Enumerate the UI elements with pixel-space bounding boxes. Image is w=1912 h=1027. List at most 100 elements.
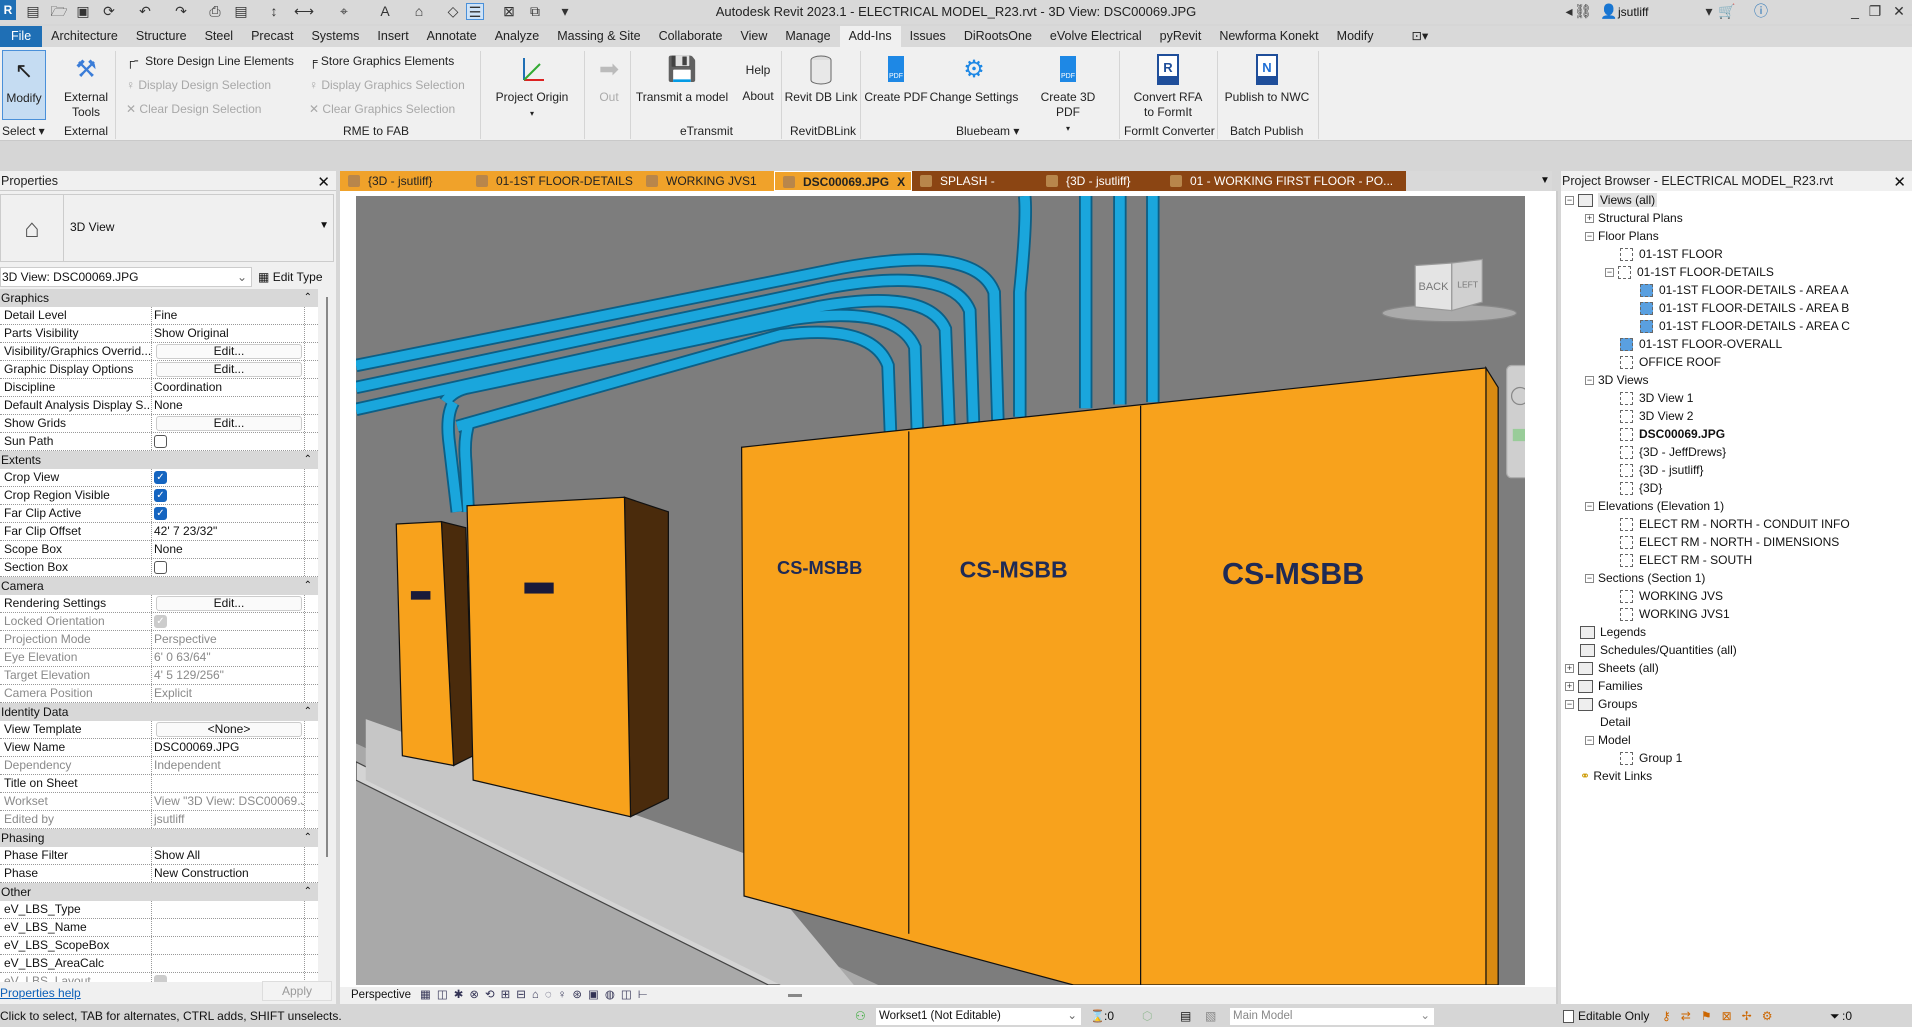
clear-graphics-selection-button[interactable]: ✕ Clear Graphics Selection bbox=[309, 97, 455, 121]
browser-node[interactable]: − Elevations (Elevation 1) bbox=[1561, 497, 1912, 515]
property-edit-button[interactable]: Edit... bbox=[156, 362, 302, 377]
out-button[interactable]: ➡ Out bbox=[592, 50, 626, 105]
property-group-header[interactable]: Camera ⌃ bbox=[0, 577, 318, 595]
browser-node[interactable]: 01-1ST FLOOR-OVERALL bbox=[1561, 335, 1912, 353]
ribbon-tab-steel[interactable]: Steel bbox=[196, 26, 243, 47]
browser-node[interactable]: ⚭ Revit Links bbox=[1561, 767, 1912, 785]
close-properties-button[interactable]: ✕ bbox=[317, 173, 330, 191]
collapse-icon[interactable]: − bbox=[1585, 736, 1594, 745]
browser-node[interactable]: − Floor Plans bbox=[1561, 227, 1912, 245]
ribbon-tab-insert[interactable]: Insert bbox=[368, 26, 417, 47]
collapse-icon[interactable]: ⌃ bbox=[304, 883, 312, 901]
browser-node[interactable]: {3D} bbox=[1561, 479, 1912, 497]
browser-node[interactable]: ELECT RM - NORTH - DIMENSIONS bbox=[1561, 533, 1912, 551]
property-edit-button[interactable]: Edit... bbox=[156, 416, 302, 431]
expand-icon[interactable]: + bbox=[1565, 664, 1574, 673]
property-value[interactable]: None bbox=[152, 541, 305, 558]
browser-node[interactable]: {3D - JeffDrews} bbox=[1561, 443, 1912, 461]
browser-node[interactable]: {3D - jsutliff} bbox=[1561, 461, 1912, 479]
browser-node[interactable]: − Sections (Section 1) bbox=[1561, 569, 1912, 587]
user-name[interactable]: jsutliff bbox=[1618, 5, 1648, 19]
restore-button[interactable]: ❐ bbox=[1866, 3, 1884, 20]
edit-type-button[interactable]: ▦ Edit Type bbox=[258, 267, 323, 287]
cart-icon[interactable]: 🛒 bbox=[1718, 3, 1736, 20]
property-value[interactable] bbox=[152, 919, 305, 936]
ribbon-tab-modify[interactable]: Modify bbox=[1328, 26, 1383, 47]
ribbon-tab-file[interactable]: File bbox=[0, 26, 43, 47]
browser-node[interactable]: Schedules/Quantities (all) bbox=[1561, 641, 1912, 659]
browser-node[interactable]: DSC00069.JPG bbox=[1561, 425, 1912, 443]
horizontal-scrollbar[interactable] bbox=[788, 994, 802, 997]
close-tab-icon[interactable]: X bbox=[897, 175, 905, 189]
browser-node[interactable]: 3D View 1 bbox=[1561, 389, 1912, 407]
display-design-selection-button[interactable]: ♀ Display Design Selection bbox=[126, 73, 271, 97]
ribbon-tab-evolve-electrical[interactable]: eVolve Electrical bbox=[1041, 26, 1151, 47]
display-graphics-selection-button[interactable]: ♀ Display Graphics Selection bbox=[309, 73, 465, 97]
create-3d-pdf-button[interactable]: PDF Create 3D PDF ▾ bbox=[1027, 50, 1109, 136]
ribbon-tab-collaborate[interactable]: Collaborate bbox=[650, 26, 732, 47]
collapse-icon[interactable]: − bbox=[1585, 502, 1594, 511]
browser-node[interactable]: Group 1 bbox=[1561, 749, 1912, 767]
browser-node[interactable]: 01-1ST FLOOR-DETAILS - AREA B bbox=[1561, 299, 1912, 317]
browser-node[interactable]: − 01-1ST FLOOR-DETAILS bbox=[1561, 263, 1912, 281]
property-value[interactable]: ✓ bbox=[152, 505, 305, 522]
ribbon-tab-analyze[interactable]: Analyze bbox=[486, 26, 548, 47]
property-checkbox[interactable]: ✓ bbox=[154, 471, 167, 484]
collapse-icon[interactable]: ⌃ bbox=[304, 703, 312, 721]
browser-node[interactable]: + Sheets (all) bbox=[1561, 659, 1912, 677]
binoculars-icon[interactable]: ⛓ bbox=[1574, 3, 1592, 20]
ribbon-tab-view[interactable]: View bbox=[732, 26, 777, 47]
transmit-model-button[interactable]: 💾 Transmit a model bbox=[634, 50, 730, 105]
ribbon-tab-dirootsone[interactable]: DiRootsOne bbox=[955, 26, 1041, 47]
change-settings-button[interactable]: ⚙ Change Settings bbox=[929, 50, 1019, 105]
add-to-set-icon[interactable]: ▧ bbox=[1205, 1006, 1216, 1027]
3d-viewport[interactable]: CS-MSBB CS-MSBB CS-MSBB BACK LEFT bbox=[356, 196, 1525, 985]
document-tab[interactable]: SPLASH - bbox=[912, 171, 1038, 191]
browser-node[interactable]: ELECT RM - SOUTH bbox=[1561, 551, 1912, 569]
property-value[interactable] bbox=[152, 901, 305, 918]
design-options-menu-icon[interactable]: ▤ bbox=[1180, 1006, 1191, 1027]
browser-node[interactable]: 3D View 2 bbox=[1561, 407, 1912, 425]
design-options-icon[interactable]: ⬡ bbox=[1142, 1006, 1152, 1027]
property-value[interactable]: Edit... bbox=[152, 361, 305, 378]
panel-label-bluebeam[interactable]: Bluebeam ▾ bbox=[956, 124, 1019, 138]
property-value[interactable]: Coordination bbox=[152, 379, 305, 396]
collapse-icon[interactable]: ⌃ bbox=[304, 829, 312, 847]
minimize-button[interactable]: _ bbox=[1846, 3, 1864, 20]
property-value[interactable]: ✓ bbox=[152, 469, 305, 486]
property-value[interactable] bbox=[152, 433, 305, 450]
browser-node[interactable]: 01-1ST FLOOR-DETAILS - AREA C bbox=[1561, 317, 1912, 335]
property-group-header[interactable]: Phasing ⌃ bbox=[0, 829, 318, 847]
property-value[interactable]: Edit... bbox=[152, 343, 305, 360]
property-value[interactable] bbox=[152, 937, 305, 954]
panel-label-select[interactable]: Select ▾ bbox=[2, 124, 45, 138]
help-icon[interactable]: ⓘ bbox=[1752, 3, 1770, 20]
property-value[interactable]: Edit... bbox=[152, 595, 305, 612]
property-edit-button[interactable]: <None> bbox=[156, 722, 302, 737]
property-value[interactable] bbox=[152, 559, 305, 576]
expand-icon[interactable]: + bbox=[1585, 214, 1594, 223]
document-tab[interactable]: {3D - jsutliff} bbox=[340, 171, 468, 191]
properties-scrollbar[interactable] bbox=[322, 289, 332, 982]
store-design-line-elements-button[interactable]: ┌╴ Store Design Line Elements bbox=[126, 49, 294, 73]
browser-node[interactable]: − Views (all) bbox=[1561, 191, 1912, 209]
property-value[interactable]: Show Original bbox=[152, 325, 305, 342]
external-tools-button[interactable]: ⚒ External Tools bbox=[60, 50, 112, 120]
active-workset-select[interactable]: Workset1 (Not Editable) ⌄ bbox=[876, 1008, 1081, 1025]
project-origin-button[interactable]: Project Origin ▾ bbox=[488, 50, 576, 121]
collapse-icon[interactable]: ⌃ bbox=[304, 451, 312, 469]
property-value[interactable]: Show All bbox=[152, 847, 305, 864]
instance-selector[interactable]: 3D View: DSC00069.JPG ⌄ bbox=[0, 267, 252, 287]
properties-help-link[interactable]: Properties help bbox=[0, 986, 81, 1000]
expand-icon[interactable]: + bbox=[1565, 682, 1574, 691]
user-dropdown-icon[interactable]: ▾ bbox=[1700, 3, 1718, 20]
property-group-header[interactable]: Graphics ⌃ bbox=[0, 289, 318, 307]
about-button[interactable]: About bbox=[738, 89, 778, 104]
model-scene[interactable]: CS-MSBB CS-MSBB CS-MSBB BACK LEFT bbox=[356, 196, 1525, 985]
type-selector[interactable]: ⌂ 3D View ▼ bbox=[0, 194, 334, 262]
property-group-header[interactable]: Other ⌃ bbox=[0, 883, 318, 901]
property-checkbox[interactable]: ✓ bbox=[154, 489, 167, 502]
ribbon-tab-architecture[interactable]: Architecture bbox=[42, 26, 127, 47]
ribbon-tab-structure[interactable]: Structure bbox=[127, 26, 196, 47]
collapse-icon[interactable]: ⌃ bbox=[304, 577, 312, 595]
